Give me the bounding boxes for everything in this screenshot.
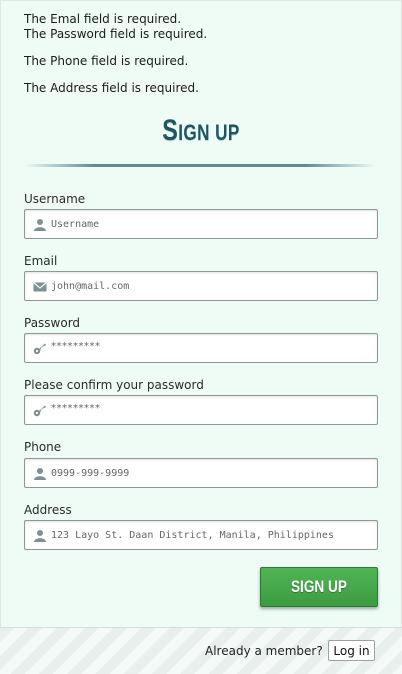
user-icon xyxy=(34,219,46,231)
error-password: The Password field is required. xyxy=(24,27,208,41)
username-field[interactable] xyxy=(24,209,378,239)
validation-errors: The Emal field is required. The Password… xyxy=(24,12,207,96)
title-first-letter: S xyxy=(162,114,179,147)
title-rest: IGN UP xyxy=(178,120,240,145)
user-icon xyxy=(34,530,46,542)
email-input[interactable] xyxy=(51,272,371,300)
phone-input[interactable] xyxy=(51,459,371,487)
key-icon xyxy=(33,343,46,355)
username-label: Username xyxy=(24,192,86,206)
phone-label: Phone xyxy=(24,440,62,454)
title-divider xyxy=(24,164,376,167)
signup-button-label: SIGN UP xyxy=(291,577,347,596)
password-field[interactable]: ********* xyxy=(24,333,378,363)
email-label: Email xyxy=(24,254,58,268)
username-input[interactable] xyxy=(51,210,371,238)
error-phone: The Phone field is required. xyxy=(24,54,189,68)
error-address: The Address field is required. xyxy=(24,81,199,95)
key-icon xyxy=(33,405,46,417)
envelope-icon xyxy=(33,282,47,292)
confirm-password-field[interactable]: ********* xyxy=(24,395,378,425)
confirm-password-input[interactable]: ********* xyxy=(51,403,101,414)
address-input[interactable] xyxy=(51,521,371,549)
address-label: Address xyxy=(24,503,72,517)
phone-field[interactable] xyxy=(24,458,378,488)
signup-button[interactable]: SIGN UP xyxy=(260,567,378,607)
error-email: The Emal field is required. xyxy=(24,12,182,26)
already-member-text: Already a member? xyxy=(205,644,323,658)
email-field[interactable] xyxy=(24,271,378,301)
confirm-password-label: Please confirm your password xyxy=(24,378,204,392)
login-button[interactable]: Log in xyxy=(328,640,375,661)
password-input[interactable]: ********* xyxy=(51,341,101,352)
address-field[interactable] xyxy=(24,520,378,550)
page-title: SIGN UP xyxy=(44,114,358,148)
user-icon xyxy=(34,468,46,480)
password-label: Password xyxy=(24,316,81,330)
